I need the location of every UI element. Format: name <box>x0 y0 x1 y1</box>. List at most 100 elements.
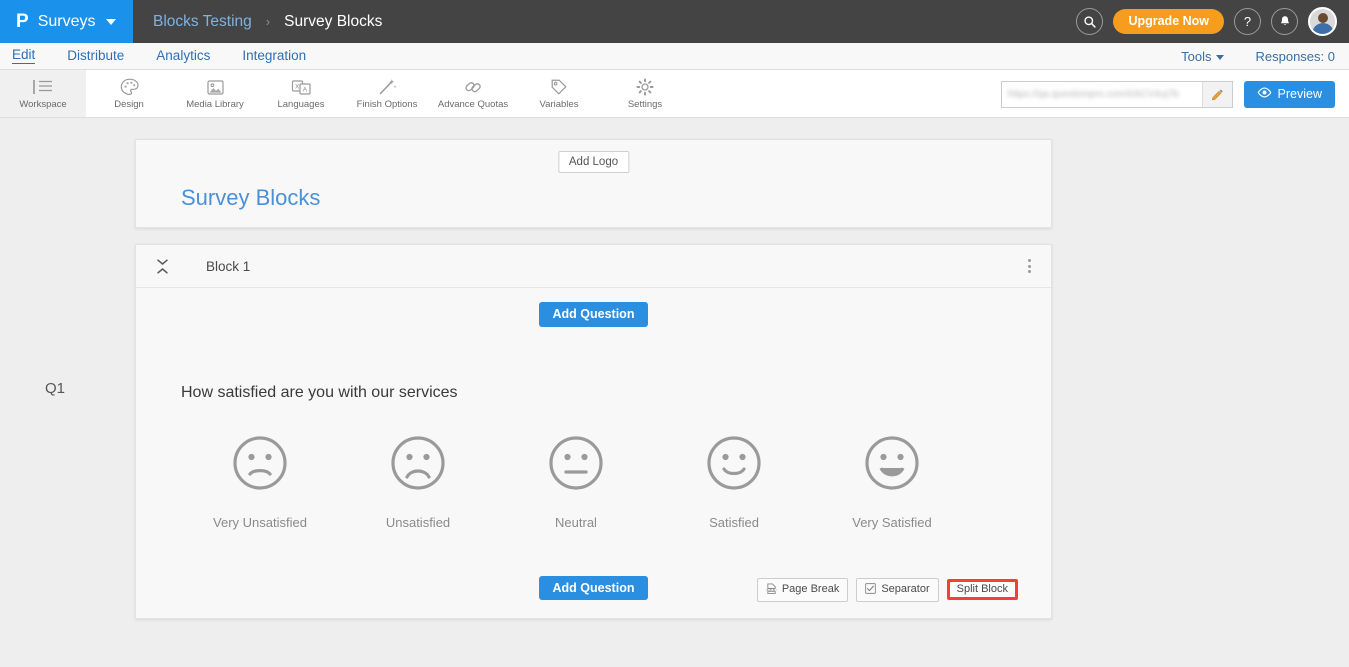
search-icon[interactable] <box>1076 8 1104 35</box>
chevron-down-icon <box>106 18 117 25</box>
scale-option-unsatisfied[interactable]: Unsatisfied <box>339 434 497 530</box>
very-unsatisfied-face-icon <box>231 434 289 497</box>
satisfied-face-icon <box>705 434 763 497</box>
tab-integration[interactable]: Integration <box>242 49 306 63</box>
tab-distribute[interactable]: Distribute <box>67 49 124 63</box>
kebab-dot <box>1028 264 1031 268</box>
survey-url-text: https://qa.questionpro.com/t/ACV4uj7b <box>1007 88 1179 100</box>
block-footer: Add Question Page Break Separator Split … <box>136 575 1051 606</box>
search-glyph <box>1084 15 1096 28</box>
wand-icon <box>378 77 397 97</box>
breadcrumb-parent-link[interactable]: Blocks Testing <box>153 13 252 31</box>
workspace-icon <box>32 77 54 97</box>
bell-glyph <box>1280 16 1289 26</box>
question-number-label: Q1 <box>45 380 66 397</box>
scale-label-satisfied: Satisfied <box>709 514 759 530</box>
help-icon[interactable]: ? <box>1234 8 1261 35</box>
chevron-down-icon <box>1215 54 1224 60</box>
ribbon-item-design[interactable]: Design <box>86 70 172 117</box>
scale-label-very-satisfied: Very Satisfied <box>852 514 932 530</box>
gear-icon <box>636 77 654 97</box>
scale-option-very-unsatisfied[interactable]: Very Unsatisfied <box>181 434 339 530</box>
ribbon-label-advance-quotas: Advance Quotas <box>437 99 509 111</box>
ribbon-item-media-library[interactable]: Media Library <box>172 70 258 117</box>
ribbon-item-variables[interactable]: Variables <box>516 70 602 117</box>
separator-button[interactable]: Separator <box>856 577 939 602</box>
breadcrumb-current: Survey Blocks <box>284 12 383 30</box>
page-title[interactable]: Survey Blocks <box>181 185 320 211</box>
tab-analytics[interactable]: Analytics <box>156 49 210 63</box>
avatar[interactable] <box>1308 7 1337 36</box>
eye-icon <box>1257 87 1272 101</box>
unsatisfied-face-icon <box>389 434 447 497</box>
page-break-icon <box>766 582 777 597</box>
block-header: Block 1 <box>136 245 1051 288</box>
block-footer-actions: Page Break Separator Split Block <box>756 577 1018 602</box>
ribbon-label-design: Design <box>114 99 144 111</box>
scale-label-neutral: Neutral <box>555 514 597 530</box>
survey-canvas: Q1 Add Logo Survey Blocks Block 1 Add Qu… <box>0 118 1349 666</box>
kebab-dot <box>1028 270 1031 273</box>
top-bar-actions: Upgrade Now ? <box>1076 0 1337 43</box>
block-title[interactable]: Block 1 <box>206 259 250 274</box>
more-vertical-icon[interactable] <box>1028 259 1031 273</box>
ribbon-item-languages[interactable]: X A Languages <box>258 70 344 117</box>
add-question-top-button[interactable]: Add Question <box>538 302 649 327</box>
split-block-button[interactable]: Split Block <box>946 579 1018 600</box>
svg-text:A: A <box>302 86 307 93</box>
neutral-face-icon <box>547 434 605 497</box>
palette-icon <box>120 77 139 97</box>
question-text[interactable]: How satisfied are you with our services <box>181 384 1051 402</box>
responses-count: Responses: 0 <box>1255 48 1336 64</box>
separator-label: Separator <box>881 583 930 595</box>
top-bar: P Surveys Blocks Testing › Survey Blocks… <box>0 0 1349 43</box>
ribbon-item-finish-options[interactable]: Finish Options <box>344 70 430 117</box>
ribbon-item-workspace[interactable]: Workspace <box>0 70 86 117</box>
scale-option-satisfied[interactable]: Satisfied <box>655 434 813 530</box>
upgrade-now-button[interactable]: Upgrade Now <box>1113 9 1224 34</box>
preview-label: Preview <box>1277 87 1322 101</box>
svg-text:X: X <box>295 83 300 90</box>
survey-url-field[interactable]: https://qa.questionpro.com/t/ACV4uj7b <box>1000 80 1233 108</box>
pencil-icon[interactable] <box>1201 81 1232 107</box>
ribbon-label-languages: Languages <box>277 99 325 111</box>
avatar-body <box>1311 23 1334 34</box>
add-question-bottom-button[interactable]: Add Question <box>538 575 649 600</box>
collapse-icon[interactable] <box>154 258 170 274</box>
preview-button[interactable]: Preview <box>1243 80 1335 108</box>
ribbon-label-variables: Variables <box>539 99 579 111</box>
link-icon <box>463 77 483 97</box>
tools-menu[interactable]: Tools <box>1181 48 1224 64</box>
ribbon-label-finish-options: Finish Options <box>356 99 418 111</box>
add-question-top-row: Add Question <box>136 288 1051 327</box>
survey-header-card: Add Logo Survey Blocks <box>135 139 1052 228</box>
scale-option-very-satisfied[interactable]: Very Satisfied <box>813 434 971 530</box>
notifications-bell-icon[interactable] <box>1271 8 1298 35</box>
scale-option-neutral[interactable]: Neutral <box>497 434 655 530</box>
ribbon-label-settings: Settings <box>627 99 663 111</box>
ribbon-right-actions: https://qa.questionpro.com/t/ACV4uj7b Pr… <box>1000 70 1335 118</box>
section-tabs: Edit Distribute Analytics Integration To… <box>0 43 1349 70</box>
scale-label-very-unsatisfied: Very Unsatisfied <box>213 514 307 530</box>
block-body: Add Question How satisfied are you with … <box>136 288 1051 618</box>
smiley-rating-scale: Very Unsatisfied Unsatisfied Neutral Sat… <box>136 434 1051 530</box>
question-gutter: Q1 <box>0 118 135 666</box>
breadcrumb: Blocks Testing › Survey Blocks <box>133 13 382 31</box>
tools-label: Tools <box>1181 48 1212 64</box>
very-satisfied-face-icon <box>863 434 921 497</box>
add-logo-button[interactable]: Add Logo <box>557 151 630 173</box>
ribbon-label-workspace: Workspace <box>19 99 67 111</box>
tab-edit[interactable]: Edit <box>12 48 36 65</box>
ribbon-item-settings[interactable]: Settings <box>602 70 688 117</box>
page-break-label: Page Break <box>781 583 840 595</box>
questionpro-logo-icon: P <box>16 11 29 32</box>
scale-label-unsatisfied: Unsatisfied <box>385 514 451 530</box>
tool-ribbon: Workspace Design Media Library X A Langu… <box>0 70 1349 118</box>
tabs-right-actions: Tools Responses: 0 <box>1181 49 1335 64</box>
page-break-button[interactable]: Page Break <box>756 577 849 602</box>
brand-surveys-menu[interactable]: P Surveys <box>0 0 133 43</box>
split-block-label: Split Block <box>956 583 1008 595</box>
ribbon-item-advance-quotas[interactable]: Advance Quotas <box>430 70 516 117</box>
add-question-bottom-row: Add Question <box>538 575 649 600</box>
block-card: Block 1 Add Question How satisfied are y… <box>135 244 1052 619</box>
